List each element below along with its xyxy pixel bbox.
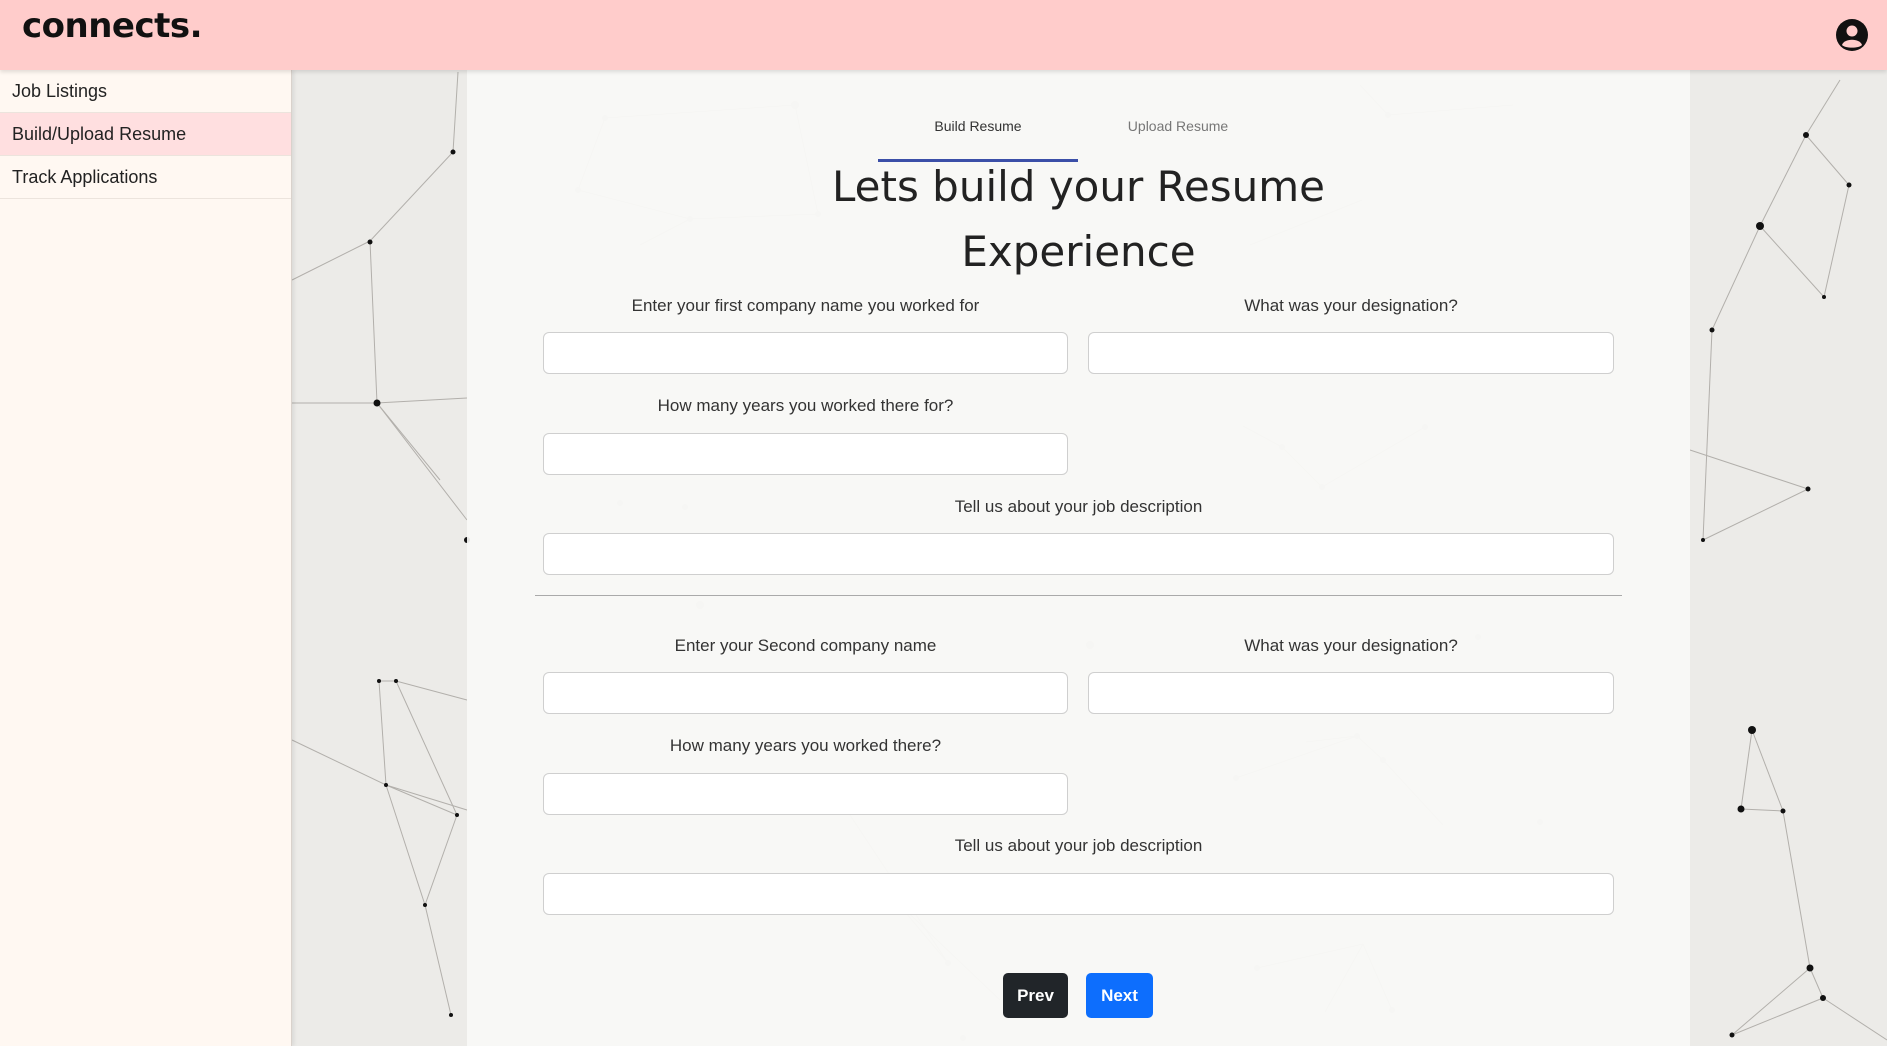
prev-button[interactable]: Prev [1003,973,1068,1018]
tab-build-resume[interactable]: Build Resume [878,118,1078,134]
resume-builder-panel: Build Resume Upload Resume Lets build yo… [467,70,1690,1046]
second-description-label: Tell us about your job description [954,836,1203,855]
section-title: Experience [961,227,1196,276]
sidebar: Job Listings Build/Upload Resume Track A… [0,70,292,1046]
first-designation-input[interactable] [1088,332,1614,374]
sidebar-item-build-upload-resume[interactable]: Build/Upload Resume [0,113,291,156]
section-divider [535,595,1622,596]
tab-upload-resume[interactable]: Upload Resume [1078,118,1278,134]
brand-logo[interactable]: connects. [22,6,203,46]
second-designation-input[interactable] [1088,672,1614,714]
first-company-label: Enter your first company name you worked… [631,296,980,315]
second-years-input[interactable] [543,773,1068,815]
top-navbar: connects. [0,0,1887,70]
sidebar-item-track-applications[interactable]: Track Applications [0,156,291,199]
first-company-input[interactable] [543,332,1068,374]
first-designation-label: What was your designation? [1244,296,1458,315]
second-company-input[interactable] [543,672,1068,714]
sidebar-item-job-listings[interactable]: Job Listings [0,70,291,113]
second-company-label: Enter your Second company name [674,636,937,655]
user-circle-icon[interactable] [1835,18,1869,52]
next-button[interactable]: Next [1086,973,1153,1018]
resume-tabs: Build Resume Upload Resume [878,118,1278,140]
first-description-label: Tell us about your job description [954,497,1203,516]
page-title: Lets build your Resume [831,162,1325,211]
second-years-label: How many years you worked there? [669,736,942,755]
first-years-label: How many years you worked there for? [657,396,954,415]
second-designation-label: What was your designation? [1244,636,1458,655]
first-description-input[interactable] [543,533,1614,575]
first-years-input[interactable] [543,433,1068,475]
second-description-input[interactable] [543,873,1614,915]
